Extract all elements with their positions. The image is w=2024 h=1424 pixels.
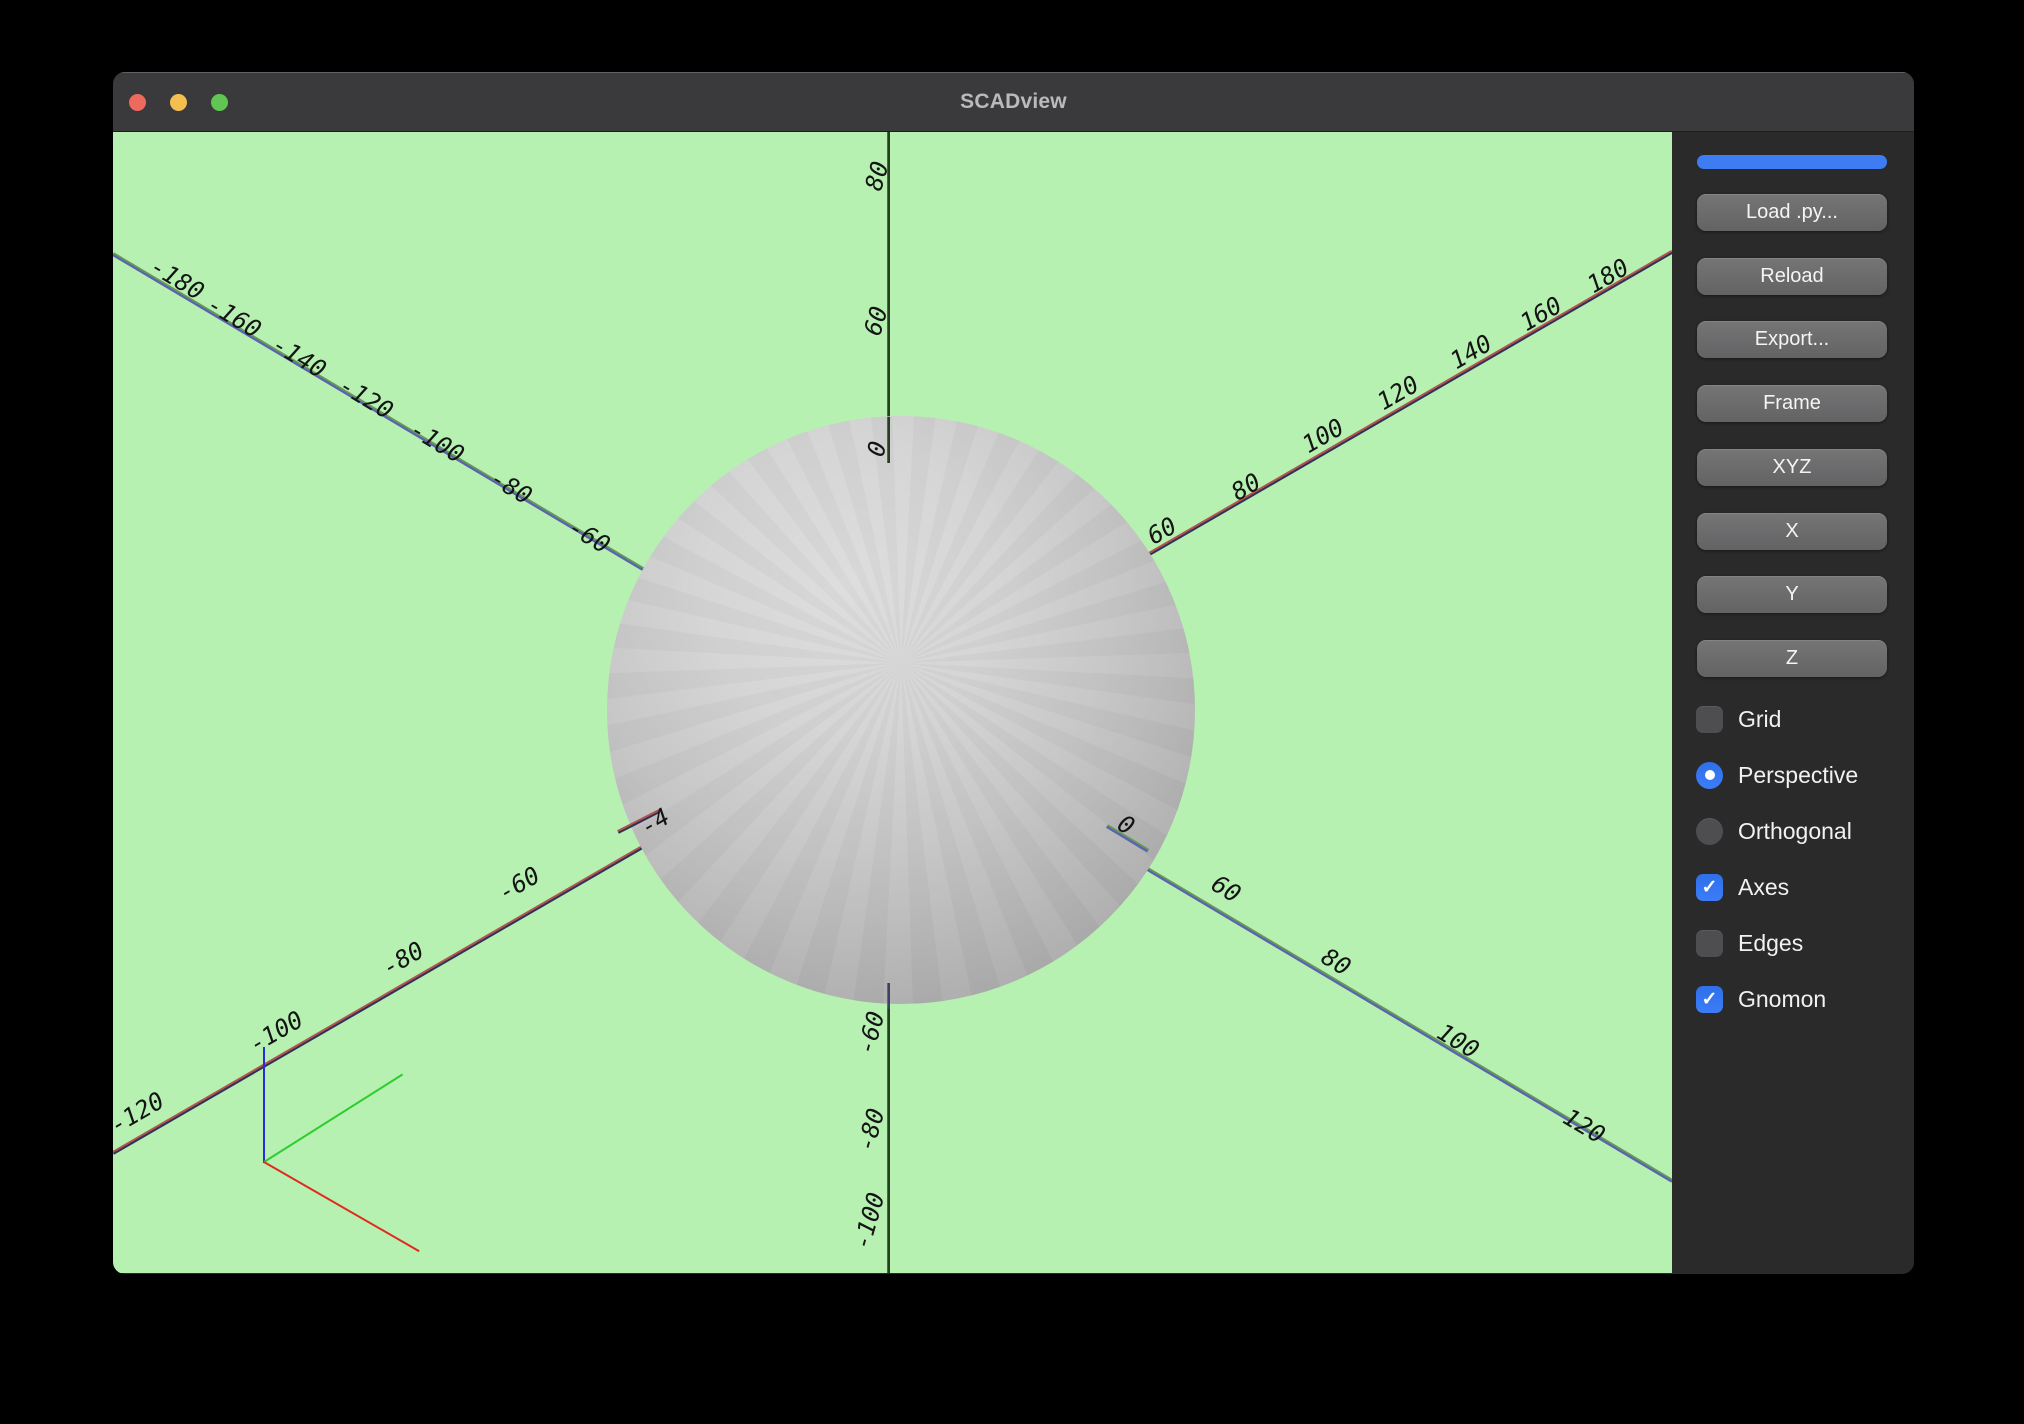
app-window: SCADview -120 -100 -80 -60 -4 60 80 100 120 140 16… xyxy=(113,72,1914,1274)
edges-label: Edges xyxy=(1738,929,1804,956)
y-axis-tick-label: -100 xyxy=(405,415,469,469)
checkbox-unchecked-icon[interactable] xyxy=(1696,705,1723,733)
x-button[interactable]: X xyxy=(1697,513,1887,550)
xyz-button[interactable]: XYZ xyxy=(1697,449,1887,486)
sidebar: Load .py... Reload Export... Frame XYZ X Y Z Gr… xyxy=(1672,132,1914,1273)
window-content: -120 -100 -80 -60 -4 60 80 100 120 140 160 180 -180-… xyxy=(113,132,1914,1273)
x-axis-tick-label: 100 xyxy=(1297,413,1349,459)
sphere-model xyxy=(607,416,1195,1004)
z-button[interactable]: Z xyxy=(1697,640,1887,677)
gnomon-x-axis xyxy=(263,1161,420,1253)
checkbox-checked-icon[interactable]: ✓ xyxy=(1696,873,1723,901)
y-axis-tick-label: -180 xyxy=(145,252,209,306)
x-axis-tick-label: 60 xyxy=(1142,511,1182,551)
perspective-label: Perspective xyxy=(1738,761,1859,788)
axes-checkbox[interactable]: ✓ Axes xyxy=(1696,873,1789,901)
x-axis-tick-label: -60 xyxy=(493,861,545,907)
y-axis-tick-label: -160 xyxy=(202,290,266,344)
edges-checkbox[interactable]: Edges xyxy=(1696,929,1803,957)
orthogonal-label: Orthogonal xyxy=(1738,817,1852,844)
y-axis-tick-label: -140 xyxy=(267,330,331,384)
radio-checked-icon[interactable] xyxy=(1696,761,1723,789)
y-axis-tick-label: -60 xyxy=(563,512,615,560)
z-axis-tick-label: -60 xyxy=(851,1008,891,1058)
load-py-button[interactable]: Load .py... xyxy=(1697,194,1887,231)
perspective-radio[interactable]: Perspective xyxy=(1696,761,1858,789)
progress-bar xyxy=(1697,155,1887,169)
checkbox-checked-icon[interactable]: ✓ xyxy=(1696,985,1723,1013)
orthogonal-radio[interactable]: Orthogonal xyxy=(1696,817,1852,845)
radio-unchecked-icon[interactable] xyxy=(1696,817,1723,845)
3d-viewport[interactable]: -120 -100 -80 -60 -4 60 80 100 120 140 160 180 -180-… xyxy=(113,132,1672,1273)
y-axis-tick-label: 100 xyxy=(1432,1017,1484,1065)
y-button[interactable]: Y xyxy=(1697,576,1887,613)
z-axis-tick-label: -100 xyxy=(847,1189,891,1253)
z-axis-tick-label: -80 xyxy=(851,1105,891,1155)
radio-dot-icon xyxy=(1704,770,1715,780)
window-title: SCADview xyxy=(960,90,1067,113)
x-axis-tick-label: 140 xyxy=(1445,329,1497,375)
gnomon-z-axis xyxy=(263,1047,265,1163)
grid-label: Grid xyxy=(1738,705,1782,732)
gnomon-label: Gnomon xyxy=(1738,985,1827,1012)
y-axis-tick-label: 60 xyxy=(1206,869,1246,909)
x-axis-tick-label: 180 xyxy=(1582,253,1634,299)
x-axis-tick-label: 120 xyxy=(1372,370,1424,416)
reload-button[interactable]: Reload xyxy=(1697,258,1887,295)
axes-label: Axes xyxy=(1738,873,1790,900)
gnomon-checkbox[interactable]: ✓ Gnomon xyxy=(1696,985,1826,1013)
x-axis-tick-label: -100 xyxy=(243,1005,309,1059)
y-axis-tick-label: 120 xyxy=(1558,1102,1610,1150)
y-axis-tick-label: -120 xyxy=(334,371,398,425)
checkbox-unchecked-icon[interactable] xyxy=(1696,929,1723,957)
screen: SCADview -120 -100 -80 -60 -4 60 80 100 120 140 16… xyxy=(0,0,2024,1424)
gnomon-y-axis xyxy=(263,1073,404,1163)
x-axis-tick-label: 160 xyxy=(1515,291,1567,337)
title-bar[interactable]: SCADview xyxy=(113,72,1914,132)
x-axis-tick-label: 80 xyxy=(1226,467,1266,507)
frame-button[interactable]: Frame xyxy=(1697,385,1887,422)
export-button[interactable]: Export... xyxy=(1697,321,1887,358)
z-axis-stub-bottom xyxy=(887,983,890,1009)
x-axis-tick-label: -120 xyxy=(113,1086,170,1140)
grid-checkbox[interactable]: Grid xyxy=(1696,705,1781,733)
